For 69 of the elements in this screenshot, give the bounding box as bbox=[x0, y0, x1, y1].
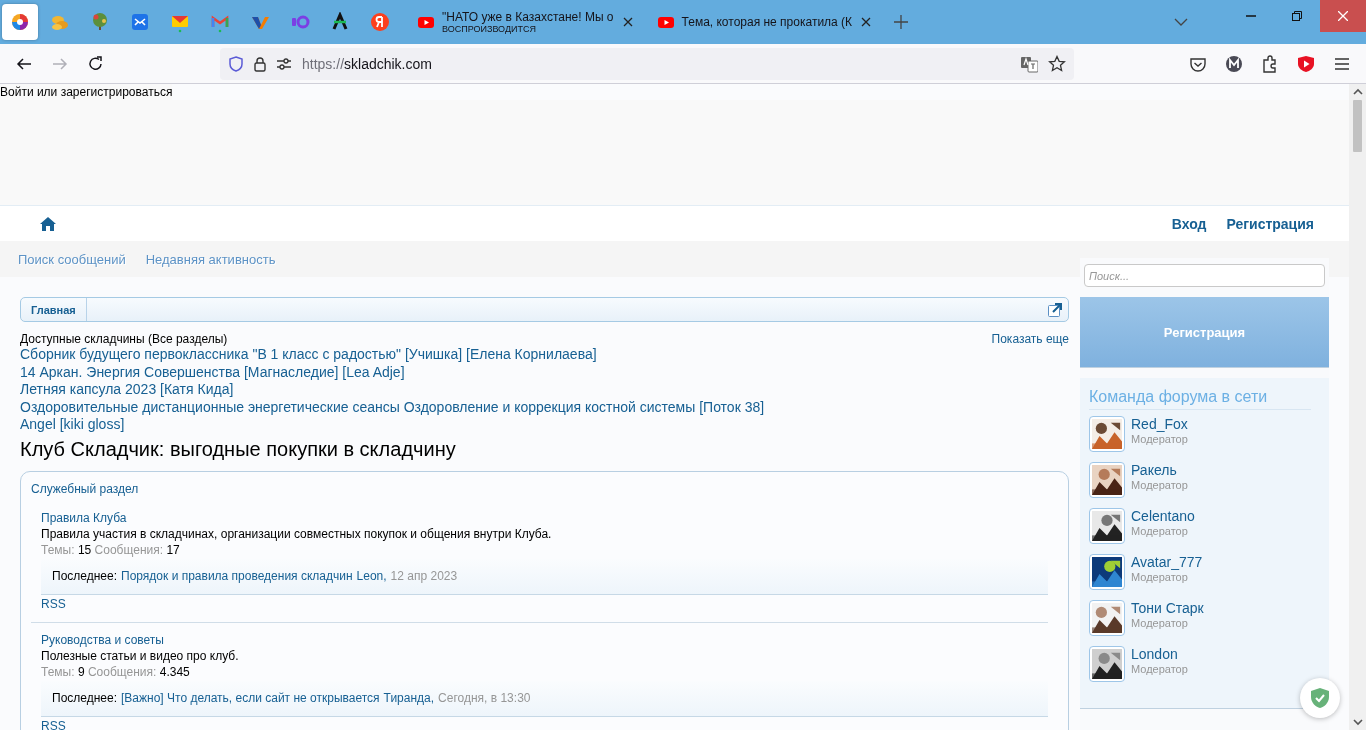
mail-icon bbox=[130, 11, 150, 33]
tab-title: Тема, которая не прокатила (К bbox=[681, 15, 853, 29]
member-role: Модератор bbox=[1131, 663, 1188, 675]
user-link[interactable]: Тиранда, bbox=[383, 691, 435, 705]
member-name[interactable]: Celentano bbox=[1131, 508, 1195, 524]
group-buy-link[interactable]: Angel [kiki gloss] bbox=[20, 416, 125, 434]
last-post-label: Последнее: bbox=[52, 569, 118, 583]
tab-status: ВОСПРОИЗВОДИТСЯ bbox=[442, 23, 536, 35]
section-title: Доступные складчины (Все разделы) bbox=[20, 332, 228, 346]
plus-icon[interactable] bbox=[894, 15, 909, 29]
jump-icon[interactable] bbox=[1048, 302, 1062, 317]
forum-description: Полезные статьи и видео про клуб. bbox=[41, 647, 240, 664]
group-buy-link[interactable]: Сборник будущего первоклассника "В 1 класс с радостью" [Учишка] [Елена Корнилаева] bbox=[20, 346, 597, 364]
member-role: Модератор bbox=[1131, 571, 1189, 583]
chevron-icon[interactable] bbox=[1174, 18, 1188, 26]
member-name[interactable]: London bbox=[1131, 646, 1178, 662]
page-heading: Клуб Складчик: выгодные покупки в складчину bbox=[20, 437, 457, 461]
forum-stats: Темы: 15 Сообщения: 17 bbox=[41, 541, 181, 558]
member-role: Модератор bbox=[1131, 617, 1189, 629]
thread-link[interactable]: Порядок и правила проведения складчин bbox=[121, 569, 353, 583]
post-date: 12 апр 2023 bbox=[390, 569, 458, 583]
header-link[interactable]: Регистрация bbox=[1226, 215, 1314, 232]
member-role: Модератор bbox=[1131, 525, 1189, 537]
close-icon[interactable] bbox=[860, 16, 873, 28]
translate-icon[interactable] bbox=[1020, 54, 1038, 73]
url-text: https://skladchik.com bbox=[302, 55, 432, 72]
member-role: Модератор bbox=[1131, 479, 1188, 491]
forum-title[interactable]: Руководства и советы bbox=[41, 631, 164, 648]
star-icon[interactable] bbox=[1048, 54, 1066, 73]
last-post-label: Последнее: bbox=[52, 691, 118, 705]
lock-icon[interactable] bbox=[252, 55, 268, 72]
header-link[interactable]: Вход bbox=[1171, 215, 1207, 232]
rss-link[interactable]: RSS bbox=[41, 717, 66, 730]
color-wheel-icon bbox=[10, 11, 30, 33]
group-buy-link[interactable]: 14 Аркан. Энергия Совершенства [Магнаследие] [Lea Adje] bbox=[20, 363, 405, 381]
browser-tab[interactable]: Тема, которая не прокатила (К bbox=[649, 4, 881, 40]
member-name[interactable]: Avatar_777 bbox=[1131, 554, 1203, 570]
group-buy-link[interactable]: Оздоровительные дистанционные энергетические сеансы Оздоровление и коррекция костной системы [Поток 38] bbox=[20, 398, 765, 416]
browser-tab[interactable]: "НАТО уже в Казахстане! Мы о ВОСПРОИЗВОДИТСЯ bbox=[410, 4, 642, 40]
thread-link[interactable]: [Важно] Что делать, если сайт не открывается bbox=[121, 691, 380, 705]
forum-title[interactable]: Правила Клуба bbox=[41, 509, 127, 526]
category-title[interactable]: Служебный раздел bbox=[31, 481, 1048, 496]
address-bar[interactable]: https://skladchik.com bbox=[220, 47, 1074, 80]
tab-title: "НАТО уже в Казахстане! Мы о bbox=[442, 9, 614, 24]
breadcrumb-link[interactable]: Главная bbox=[21, 298, 87, 321]
show-more-link[interactable]: Показать еще bbox=[991, 332, 1069, 346]
group-buy-link[interactable]: Летняя капсула 2023 [Катя Кида] bbox=[20, 381, 234, 399]
rss-link[interactable]: RSS bbox=[41, 595, 66, 612]
member-name[interactable]: Тони Старк bbox=[1131, 600, 1204, 616]
video-icon bbox=[418, 15, 434, 29]
pinned-tab[interactable] bbox=[2, 4, 38, 40]
member-name[interactable]: Ракель bbox=[1131, 462, 1177, 478]
post-date: Сегодня, в 13:30 bbox=[438, 691, 531, 705]
close-icon[interactable] bbox=[621, 16, 634, 28]
scroll-thumb[interactable] bbox=[1353, 100, 1362, 152]
forum-description: Правила участия в складчинах, организации совместных покупок и общения внутри Клуба. bbox=[41, 525, 553, 542]
video-icon bbox=[657, 15, 674, 29]
scroll-down-icon[interactable] bbox=[1352, 718, 1363, 726]
member-name[interactable]: Red_Fox bbox=[1131, 416, 1188, 432]
panel-title: Команда форума в сети bbox=[1089, 388, 1311, 410]
scroll-up-icon[interactable] bbox=[1352, 88, 1363, 96]
login-link[interactable]: Войти или зарегистрироваться bbox=[0, 84, 173, 100]
member-role: Модератор bbox=[1131, 433, 1188, 445]
circle-logo-icon bbox=[370, 11, 390, 33]
sliders-icon[interactable] bbox=[276, 55, 292, 72]
shield-icon[interactable] bbox=[228, 55, 244, 72]
forum-stats: Темы: 9 Сообщения: 4.345 bbox=[41, 663, 191, 680]
user-link[interactable]: Leon, bbox=[356, 569, 387, 583]
tree-icon bbox=[90, 11, 110, 33]
